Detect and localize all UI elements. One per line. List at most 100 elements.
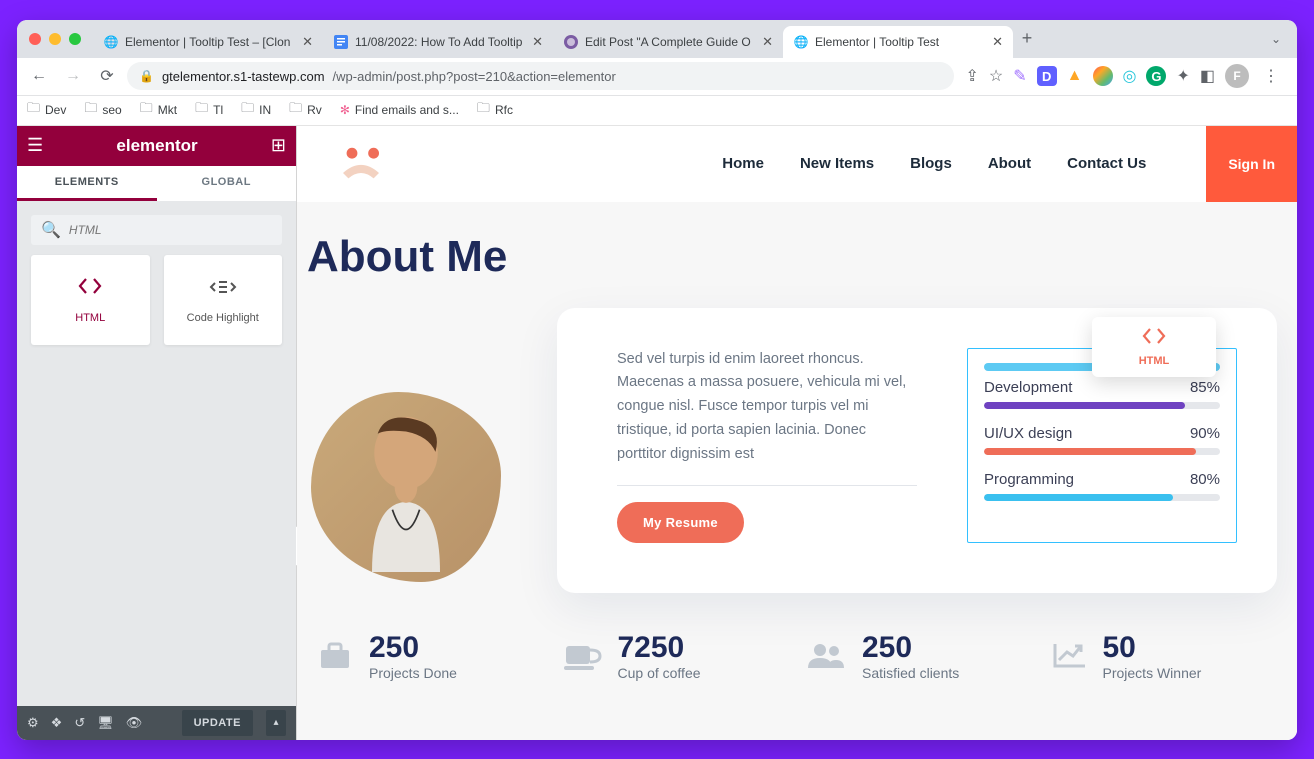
address-bar[interactable]: 🔒 gtelementor.s1-tastewp.com/wp-admin/po… — [127, 62, 954, 90]
browser-tab[interactable]: 🌐 Elementor | Tooltip Test – [Clon ✕ — [93, 26, 323, 58]
folder-icon: 🗀 — [241, 99, 254, 121]
search-input[interactable] — [69, 223, 272, 237]
sidepanel-icon[interactable]: ◧ — [1200, 66, 1215, 86]
update-button[interactable]: UPDATE — [182, 710, 253, 736]
site-header: Home New Items Blogs About Contact Us Si… — [297, 126, 1297, 202]
stat-clients: 250Satisfied clients — [806, 633, 1033, 681]
maximize-window-button[interactable] — [69, 33, 81, 45]
new-tab-button[interactable]: + — [1013, 25, 1041, 53]
skill-bar — [984, 448, 1220, 455]
back-button[interactable]: ← — [25, 62, 53, 90]
tab-title: Edit Post "A Complete Guide O — [585, 35, 756, 49]
grid-icon[interactable]: ⊞ — [271, 135, 286, 156]
chart-icon — [1051, 640, 1087, 675]
menu-icon[interactable]: ☰ — [27, 135, 43, 156]
tab-title: Elementor | Tooltip Test — [815, 35, 986, 49]
browser-tab-active[interactable]: 🌐 Elementor | Tooltip Test ✕ — [783, 26, 1013, 58]
folder-icon: 🗀 — [140, 99, 153, 121]
ext-icon[interactable]: D — [1037, 66, 1057, 86]
ext-icon[interactable] — [1093, 66, 1113, 86]
tab-strip: 🌐 Elementor | Tooltip Test – [Clon ✕ 11/… — [17, 20, 1297, 58]
close-tab-icon[interactable]: ✕ — [532, 34, 543, 50]
close-tab-icon[interactable]: ✕ — [992, 34, 1003, 50]
settings-icon[interactable]: ⚙ — [27, 715, 39, 731]
browser-tab[interactable]: 11/08/2022: How To Add Tooltip ✕ — [323, 26, 553, 58]
bookmark-item[interactable]: ✻Find emails and s... — [340, 103, 459, 117]
profile-avatar[interactable]: F — [1225, 64, 1249, 88]
skill-name: UI/UX design — [984, 425, 1072, 442]
update-options-button[interactable]: ▴ — [266, 710, 286, 736]
signin-button[interactable]: Sign In — [1206, 126, 1297, 202]
skill-name: Programming — [984, 471, 1074, 488]
brand-logo[interactable] — [333, 146, 389, 182]
reload-button[interactable]: ⟳ — [93, 62, 121, 90]
history-icon[interactable]: ↺ — [74, 715, 85, 731]
docs-icon — [333, 34, 349, 50]
stat-label: Satisfied clients — [862, 665, 959, 681]
folder-icon: 🗀 — [289, 99, 302, 121]
nav-links: Home New Items Blogs About Contact Us — [722, 155, 1146, 172]
lock-icon: 🔒 — [139, 69, 154, 83]
widget-label: HTML — [75, 312, 105, 324]
folder-icon: 🗀 — [27, 99, 40, 121]
tab-elements[interactable]: ELEMENTS — [17, 166, 157, 201]
widget-search[interactable]: 🔍 — [31, 215, 282, 245]
skills-widget-selected[interactable]: HTML Development85% UI/UX design90% P — [967, 348, 1237, 544]
ext-icon[interactable]: ▲ — [1067, 67, 1083, 85]
bookmark-item[interactable]: 🗀IN — [241, 99, 271, 121]
close-tab-icon[interactable]: ✕ — [302, 34, 313, 50]
widget-code-highlight[interactable]: Code Highlight — [164, 255, 283, 345]
elementor-sidebar: ☰ elementor ⊞ ELEMENTS GLOBAL 🔍 HTML Co — [17, 126, 297, 740]
bookmark-item[interactable]: 🗀Mkt — [140, 99, 177, 121]
star-icon[interactable]: ☆ — [989, 66, 1003, 86]
minimize-window-button[interactable] — [49, 33, 61, 45]
widget-label: Code Highlight — [187, 312, 259, 324]
about-card: Sed vel turpis id enim laoreet rhoncus. … — [557, 308, 1277, 594]
bookmark-item[interactable]: 🗀seo — [84, 99, 121, 121]
wp-icon — [563, 34, 579, 50]
search-icon: 🔍 — [41, 220, 61, 240]
bookmark-item[interactable]: 🗀Tl — [195, 99, 223, 121]
close-window-button[interactable] — [29, 33, 41, 45]
extension-icons: ⇪ ☆ ✎ D ▲ ◎ G ✦ ◧ F ⋮ — [960, 64, 1290, 88]
browser-window: 🌐 Elementor | Tooltip Test – [Clon ✕ 11/… — [17, 20, 1297, 740]
nav-link-contact[interactable]: Contact Us — [1067, 155, 1146, 172]
about-title: About Me — [307, 232, 1297, 282]
responsive-icon[interactable]: 🖥 — [97, 715, 114, 731]
widget-html[interactable]: HTML — [31, 255, 150, 345]
bookmark-item[interactable]: 🗀Rv — [289, 99, 322, 121]
elementor-footer: ⚙ ❖ ↺ 🖥 👁 UPDATE ▴ — [17, 706, 296, 740]
about-paragraph: Sed vel turpis id enim laoreet rhoncus. … — [617, 348, 917, 487]
bookmark-item[interactable]: 🗀Rfc — [477, 99, 513, 121]
tab-title: 11/08/2022: How To Add Tooltip — [355, 35, 526, 49]
nav-link-blogs[interactable]: Blogs — [910, 155, 952, 172]
nav-link-newitems[interactable]: New Items — [800, 155, 874, 172]
close-tab-icon[interactable]: ✕ — [762, 34, 773, 50]
ext-icon[interactable]: G — [1146, 66, 1166, 86]
tab-list-button[interactable]: ⌄ — [1271, 32, 1281, 46]
sidebar-tabs: ELEMENTS GLOBAL — [17, 166, 296, 201]
extensions-icon[interactable]: ✦ — [1176, 66, 1189, 86]
navigator-icon[interactable]: ❖ — [51, 715, 63, 731]
profile-photo — [311, 392, 501, 582]
briefcase-icon — [317, 638, 353, 677]
bookmark-item[interactable]: 🗀Dev — [27, 99, 66, 121]
skill-bar — [984, 402, 1220, 409]
ext-icon[interactable]: ✎ — [1013, 66, 1026, 86]
stat-value: 7250 — [618, 633, 701, 663]
nav-link-home[interactable]: Home — [722, 155, 764, 172]
tab-title: Elementor | Tooltip Test – [Clon — [125, 35, 296, 49]
folder-icon: 🗀 — [84, 99, 97, 121]
preview-icon[interactable]: 👁 — [126, 715, 143, 731]
tab-global[interactable]: GLOBAL — [157, 166, 297, 201]
share-icon[interactable]: ⇪ — [966, 66, 979, 86]
code-icon — [76, 275, 104, 304]
resume-button[interactable]: My Resume — [617, 502, 744, 543]
browser-tab[interactable]: Edit Post "A Complete Guide O ✕ — [553, 26, 783, 58]
menu-icon[interactable]: ⋮ — [1259, 66, 1283, 86]
forward-button[interactable]: → — [59, 62, 87, 90]
ext-icon[interactable]: ◎ — [1123, 66, 1137, 86]
skill-value: 80% — [1190, 471, 1220, 488]
nav-link-about[interactable]: About — [988, 155, 1031, 172]
elementor-header: ☰ elementor ⊞ — [17, 126, 296, 166]
